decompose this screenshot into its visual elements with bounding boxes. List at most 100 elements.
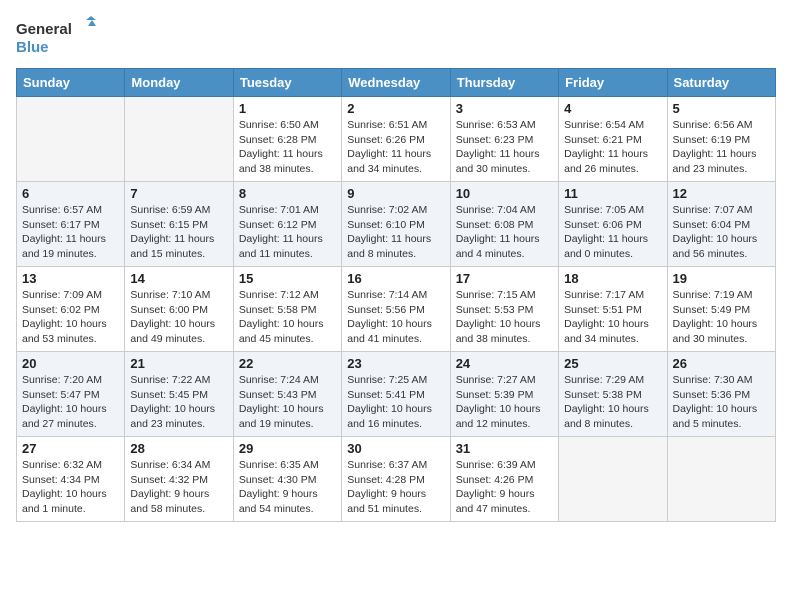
day-info: Sunrise: 6:59 AMSunset: 6:15 PMDaylight:… bbox=[130, 203, 227, 262]
calendar-cell bbox=[125, 97, 233, 182]
day-info: Sunrise: 6:37 AMSunset: 4:28 PMDaylight:… bbox=[347, 458, 444, 517]
calendar-cell: 20 Sunrise: 7:20 AMSunset: 5:47 PMDayligh… bbox=[17, 352, 125, 437]
day-number: 5 bbox=[673, 101, 770, 116]
day-info: Sunrise: 7:12 AMSunset: 5:58 PMDaylight:… bbox=[239, 288, 336, 347]
weekday-header-monday: Monday bbox=[125, 69, 233, 97]
calendar-week-4: 20 Sunrise: 7:20 AMSunset: 5:47 PMDayligh… bbox=[17, 352, 776, 437]
calendar-cell: 13 Sunrise: 7:09 AMSunset: 6:02 PMDayligh… bbox=[17, 267, 125, 352]
logo: General Blue bbox=[16, 16, 96, 60]
day-info: Sunrise: 7:25 AMSunset: 5:41 PMDaylight:… bbox=[347, 373, 444, 432]
calendar-cell: 30 Sunrise: 6:37 AMSunset: 4:28 PMDayligh… bbox=[342, 437, 450, 522]
calendar-cell: 5 Sunrise: 6:56 AMSunset: 6:19 PMDaylight… bbox=[667, 97, 775, 182]
calendar-cell: 21 Sunrise: 7:22 AMSunset: 5:45 PMDayligh… bbox=[125, 352, 233, 437]
day-info: Sunrise: 7:15 AMSunset: 5:53 PMDaylight:… bbox=[456, 288, 553, 347]
day-number: 11 bbox=[564, 186, 661, 201]
day-number: 18 bbox=[564, 271, 661, 286]
calendar-cell: 1 Sunrise: 6:50 AMSunset: 6:28 PMDaylight… bbox=[233, 97, 341, 182]
day-number: 23 bbox=[347, 356, 444, 371]
day-number: 28 bbox=[130, 441, 227, 456]
calendar-cell bbox=[559, 437, 667, 522]
day-number: 14 bbox=[130, 271, 227, 286]
calendar-header: SundayMondayTuesdayWednesdayThursdayFrid… bbox=[17, 69, 776, 97]
day-number: 30 bbox=[347, 441, 444, 456]
day-number: 31 bbox=[456, 441, 553, 456]
calendar-table: SundayMondayTuesdayWednesdayThursdayFrid… bbox=[16, 68, 776, 522]
day-info: Sunrise: 7:07 AMSunset: 6:04 PMDaylight:… bbox=[673, 203, 770, 262]
day-info: Sunrise: 6:34 AMSunset: 4:32 PMDaylight:… bbox=[130, 458, 227, 517]
calendar-cell: 4 Sunrise: 6:54 AMSunset: 6:21 PMDaylight… bbox=[559, 97, 667, 182]
day-number: 7 bbox=[130, 186, 227, 201]
calendar-cell bbox=[17, 97, 125, 182]
calendar-cell: 10Sunrise: 7:04 AMSunset: 6:08 PMDayligh… bbox=[450, 182, 558, 267]
calendar-cell: 29Sunrise: 6:35 AMSunset: 4:30 PMDayligh… bbox=[233, 437, 341, 522]
weekday-header-friday: Friday bbox=[559, 69, 667, 97]
svg-text:General: General bbox=[16, 21, 72, 38]
day-info: Sunrise: 7:02 AMSunset: 6:10 PMDaylight:… bbox=[347, 203, 444, 262]
day-number: 6 bbox=[22, 186, 119, 201]
calendar-cell: 8Sunrise: 7:01 AMSunset: 6:12 PMDaylight… bbox=[233, 182, 341, 267]
day-info: Sunrise: 7:27 AMSunset: 5:39 PMDaylight:… bbox=[456, 373, 553, 432]
calendar-week-5: 27Sunrise: 6:32 AMSunset: 4:34 PMDayligh… bbox=[17, 437, 776, 522]
weekday-header-sunday: Sunday bbox=[17, 69, 125, 97]
weekday-header-saturday: Saturday bbox=[667, 69, 775, 97]
calendar-week-3: 13 Sunrise: 7:09 AMSunset: 6:02 PMDayligh… bbox=[17, 267, 776, 352]
day-number: 10 bbox=[456, 186, 553, 201]
calendar-week-1: 1 Sunrise: 6:50 AMSunset: 6:28 PMDaylight… bbox=[17, 97, 776, 182]
day-info: Sunrise: 6:56 AMSunset: 6:19 PMDaylight:… bbox=[673, 118, 770, 177]
logo-svg: General Blue bbox=[16, 16, 96, 60]
calendar-cell: 17Sunrise: 7:15 AMSunset: 5:53 PMDayligh… bbox=[450, 267, 558, 352]
calendar-cell: 25Sunrise: 7:29 AMSunset: 5:38 PMDayligh… bbox=[559, 352, 667, 437]
day-number: 24 bbox=[456, 356, 553, 371]
weekday-header-tuesday: Tuesday bbox=[233, 69, 341, 97]
day-info: Sunrise: 7:01 AMSunset: 6:12 PMDaylight:… bbox=[239, 203, 336, 262]
day-number: 13 bbox=[22, 271, 119, 286]
calendar-cell: 11 Sunrise: 7:05 AMSunset: 6:06 PMDayligh… bbox=[559, 182, 667, 267]
day-number: 4 bbox=[564, 101, 661, 116]
page-header: General Blue bbox=[16, 16, 776, 60]
day-info: Sunrise: 6:53 AMSunset: 6:23 PMDaylight:… bbox=[456, 118, 553, 177]
day-info: Sunrise: 7:19 AMSunset: 5:49 PMDaylight:… bbox=[673, 288, 770, 347]
weekday-header-thursday: Thursday bbox=[450, 69, 558, 97]
day-info: Sunrise: 6:54 AMSunset: 6:21 PMDaylight:… bbox=[564, 118, 661, 177]
calendar-cell: 9 Sunrise: 7:02 AMSunset: 6:10 PMDaylight… bbox=[342, 182, 450, 267]
day-info: Sunrise: 7:22 AMSunset: 5:45 PMDaylight:… bbox=[130, 373, 227, 432]
day-number: 3 bbox=[456, 101, 553, 116]
day-number: 16 bbox=[347, 271, 444, 286]
day-number: 9 bbox=[347, 186, 444, 201]
weekday-header-wednesday: Wednesday bbox=[342, 69, 450, 97]
calendar-cell: 23 Sunrise: 7:25 AMSunset: 5:41 PMDayligh… bbox=[342, 352, 450, 437]
calendar-body: 1 Sunrise: 6:50 AMSunset: 6:28 PMDaylight… bbox=[17, 97, 776, 522]
calendar-cell: 28 Sunrise: 6:34 AMSunset: 4:32 PMDayligh… bbox=[125, 437, 233, 522]
day-info: Sunrise: 7:20 AMSunset: 5:47 PMDaylight:… bbox=[22, 373, 119, 432]
calendar-cell: 12 Sunrise: 7:07 AMSunset: 6:04 PMDayligh… bbox=[667, 182, 775, 267]
day-number: 12 bbox=[673, 186, 770, 201]
day-info: Sunrise: 7:05 AMSunset: 6:06 PMDaylight:… bbox=[564, 203, 661, 262]
calendar-cell: 24 Sunrise: 7:27 AMSunset: 5:39 PMDayligh… bbox=[450, 352, 558, 437]
weekday-row: SundayMondayTuesdayWednesdayThursdayFrid… bbox=[17, 69, 776, 97]
calendar-week-2: 6 Sunrise: 6:57 AMSunset: 6:17 PMDaylight… bbox=[17, 182, 776, 267]
calendar-cell: 31 Sunrise: 6:39 AMSunset: 4:26 PMDayligh… bbox=[450, 437, 558, 522]
day-number: 21 bbox=[130, 356, 227, 371]
day-info: Sunrise: 6:35 AMSunset: 4:30 PMDaylight:… bbox=[239, 458, 336, 517]
day-number: 1 bbox=[239, 101, 336, 116]
day-info: Sunrise: 6:51 AMSunset: 6:26 PMDaylight:… bbox=[347, 118, 444, 177]
day-info: Sunrise: 7:09 AMSunset: 6:02 PMDaylight:… bbox=[22, 288, 119, 347]
calendar-cell: 22Sunrise: 7:24 AMSunset: 5:43 PMDayligh… bbox=[233, 352, 341, 437]
calendar-cell: 26Sunrise: 7:30 AMSunset: 5:36 PMDayligh… bbox=[667, 352, 775, 437]
day-number: 25 bbox=[564, 356, 661, 371]
day-info: Sunrise: 7:14 AMSunset: 5:56 PMDaylight:… bbox=[347, 288, 444, 347]
calendar-cell: 18Sunrise: 7:17 AMSunset: 5:51 PMDayligh… bbox=[559, 267, 667, 352]
day-info: Sunrise: 6:57 AMSunset: 6:17 PMDaylight:… bbox=[22, 203, 119, 262]
calendar-cell: 7 Sunrise: 6:59 AMSunset: 6:15 PMDaylight… bbox=[125, 182, 233, 267]
day-number: 15 bbox=[239, 271, 336, 286]
day-number: 19 bbox=[673, 271, 770, 286]
day-info: Sunrise: 6:50 AMSunset: 6:28 PMDaylight:… bbox=[239, 118, 336, 177]
calendar-cell: 19 Sunrise: 7:19 AMSunset: 5:49 PMDayligh… bbox=[667, 267, 775, 352]
day-number: 20 bbox=[22, 356, 119, 371]
calendar-cell: 16 Sunrise: 7:14 AMSunset: 5:56 PMDayligh… bbox=[342, 267, 450, 352]
day-number: 2 bbox=[347, 101, 444, 116]
calendar-cell: 14Sunrise: 7:10 AMSunset: 6:00 PMDayligh… bbox=[125, 267, 233, 352]
day-info: Sunrise: 6:39 AMSunset: 4:26 PMDaylight:… bbox=[456, 458, 553, 517]
calendar-cell: 3 Sunrise: 6:53 AMSunset: 6:23 PMDaylight… bbox=[450, 97, 558, 182]
day-info: Sunrise: 6:32 AMSunset: 4:34 PMDaylight:… bbox=[22, 458, 119, 517]
